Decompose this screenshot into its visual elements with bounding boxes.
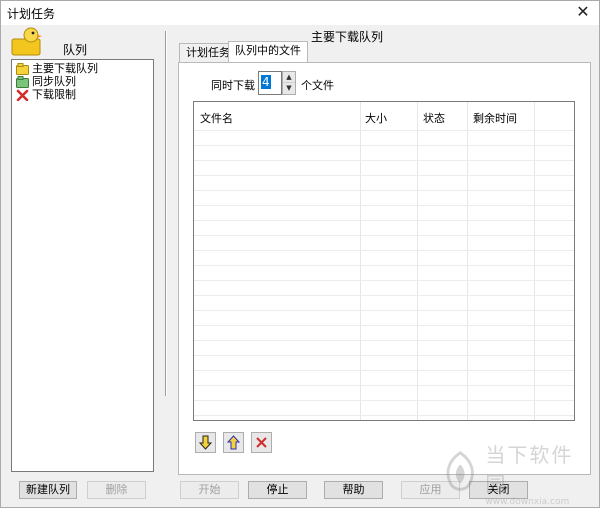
arrow-up-icon bbox=[227, 435, 240, 450]
table-row bbox=[194, 400, 574, 401]
queue-heading: 队列 bbox=[63, 43, 88, 57]
table-row bbox=[194, 280, 574, 281]
pane-splitter[interactable] bbox=[165, 31, 167, 396]
column-divider bbox=[360, 102, 361, 420]
tree-item-download-limit[interactable]: 下载限制 bbox=[16, 88, 76, 102]
move-down-button[interactable] bbox=[195, 432, 216, 453]
delete-x-icon bbox=[256, 437, 267, 448]
tree-item-sync-queue[interactable]: 同步队列 bbox=[16, 75, 76, 89]
table-row bbox=[194, 145, 574, 146]
table-row bbox=[194, 355, 574, 356]
tree-item-label: 同步队列 bbox=[32, 75, 76, 88]
table-row bbox=[194, 310, 574, 311]
table-row bbox=[194, 190, 574, 191]
limit-icon bbox=[16, 89, 29, 101]
remove-button[interactable] bbox=[251, 432, 272, 453]
concurrent-label: 同时下载 bbox=[211, 79, 255, 92]
tree-item-main-queue[interactable]: 主要下载队列 bbox=[16, 62, 98, 76]
table-row bbox=[194, 265, 574, 266]
table-row bbox=[194, 250, 574, 251]
table-row bbox=[194, 160, 574, 161]
tab-queue-files[interactable]: 队列中的文件 bbox=[228, 41, 308, 63]
delete-button[interactable]: 删除 bbox=[87, 481, 146, 499]
files-suffix-label: 个文件 bbox=[301, 79, 334, 92]
concurrent-input[interactable]: 4 bbox=[258, 71, 282, 95]
close-icon[interactable]: ✕ bbox=[573, 2, 593, 22]
title-bar: 计划任务 ✕ bbox=[1, 1, 599, 25]
column-divider bbox=[417, 102, 418, 420]
stepper-up-icon[interactable]: ▲ bbox=[283, 72, 295, 83]
column-header-status[interactable]: 状态 bbox=[423, 110, 445, 126]
start-button[interactable]: 开始 bbox=[180, 481, 239, 499]
table-row bbox=[194, 220, 574, 221]
table-row bbox=[194, 235, 574, 236]
tree-item-label: 下载限制 bbox=[32, 88, 76, 101]
new-queue-button[interactable]: 新建队列 bbox=[19, 481, 77, 499]
table-header: 文件名 大小 状态 剩余时间 bbox=[194, 102, 574, 130]
watermark-cn: 当下软件园 bbox=[485, 443, 574, 496]
download-queue-icon bbox=[16, 63, 29, 75]
section-title: 主要下载队列 bbox=[311, 30, 384, 44]
concurrent-stepper[interactable]: ▲ ▼ bbox=[282, 71, 296, 95]
stepper-down-icon[interactable]: ▼ bbox=[283, 83, 295, 94]
watermark-text: 当下软件园 www.downxia.com bbox=[485, 439, 591, 507]
queue-tree[interactable]: 主要下载队列 同步队列 下载限制 bbox=[11, 59, 154, 472]
watermark-logo-icon bbox=[446, 451, 474, 491]
table-row bbox=[194, 415, 574, 416]
arrow-down-icon bbox=[199, 435, 212, 450]
table-row bbox=[194, 340, 574, 341]
concurrent-value: 4 bbox=[261, 75, 271, 89]
table-row bbox=[194, 325, 574, 326]
scheduler-window: 计划任务 ✕ 队列 主要下载队列 同步队列 下载限制 主要下载队列 计划任务 队… bbox=[0, 0, 600, 508]
column-divider bbox=[534, 102, 535, 420]
sync-queue-icon bbox=[16, 76, 29, 88]
column-divider bbox=[467, 102, 468, 420]
tree-item-label: 主要下载队列 bbox=[32, 62, 98, 75]
help-button[interactable]: 帮助 bbox=[324, 481, 383, 499]
column-header-filename[interactable]: 文件名 bbox=[200, 110, 233, 126]
queue-files-table[interactable]: 文件名 大小 状态 剩余时间 bbox=[193, 101, 575, 421]
table-row bbox=[194, 370, 574, 371]
watermark: 当下软件园 www.downxia.com bbox=[441, 443, 591, 507]
column-header-size[interactable]: 大小 bbox=[365, 110, 387, 126]
table-row bbox=[194, 175, 574, 176]
duck-folder-icon bbox=[11, 27, 42, 56]
table-row bbox=[194, 130, 574, 131]
watermark-en: www.downxia.com bbox=[485, 497, 570, 507]
table-row bbox=[194, 385, 574, 386]
column-header-remaining[interactable]: 剩余时间 bbox=[473, 110, 517, 126]
window-title: 计划任务 bbox=[7, 7, 56, 21]
stop-button[interactable]: 停止 bbox=[248, 481, 307, 499]
move-up-button[interactable] bbox=[223, 432, 244, 453]
table-row bbox=[194, 205, 574, 206]
table-row bbox=[194, 295, 574, 296]
